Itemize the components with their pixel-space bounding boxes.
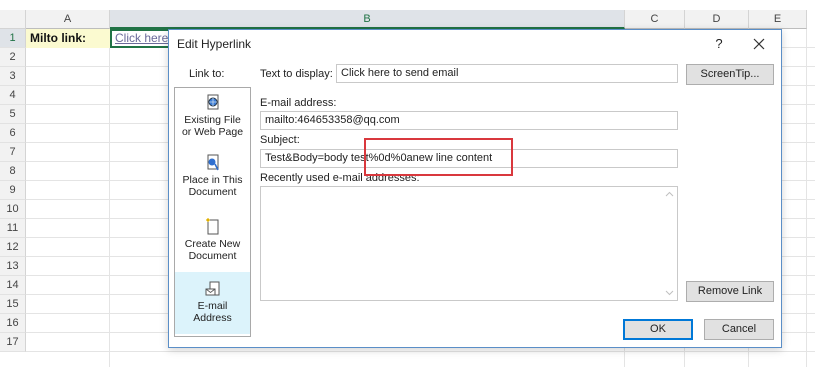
column-header-d[interactable]: D — [685, 10, 749, 29]
link-to-existing-file[interactable]: Existing File or Web Page — [175, 94, 250, 140]
dialog-title: Edit Hyperlink — [177, 37, 252, 51]
scroll-up-icon[interactable] — [665, 190, 674, 199]
row-header[interactable]: 12 — [0, 238, 26, 257]
help-button[interactable]: ? — [709, 34, 729, 54]
link-to-existing-file-line2: or Web Page — [181, 126, 244, 138]
edit-hyperlink-dialog: Edit Hyperlink ? Link to: Existing File … — [168, 29, 782, 348]
column-header-c[interactable]: C — [625, 10, 685, 29]
column-header-e[interactable]: E — [749, 10, 807, 29]
cell-b1-hyperlink[interactable]: Click here — [110, 29, 170, 48]
row-header[interactable]: 11 — [0, 219, 26, 238]
email-address-label: E-mail address: — [260, 97, 337, 109]
subject-label: Subject: — [260, 134, 300, 146]
link-to-email-line1: E-mail — [197, 300, 228, 312]
row-header[interactable]: 8 — [0, 162, 26, 181]
screentip-button[interactable]: ScreenTip... — [686, 64, 774, 85]
row-header[interactable]: 4 — [0, 86, 26, 105]
cell-a1[interactable]: Milto link: — [26, 29, 110, 48]
cancel-button[interactable]: Cancel — [704, 319, 774, 340]
ok-button[interactable]: OK — [623, 319, 693, 340]
recent-emails-list[interactable] — [260, 186, 678, 301]
link-to-create-line2: Document — [188, 250, 237, 262]
row-header[interactable]: 14 — [0, 276, 26, 295]
row-header[interactable]: 9 — [0, 181, 26, 200]
row-header[interactable]: 15 — [0, 295, 26, 314]
row-header[interactable]: 5 — [0, 105, 26, 124]
link-to-place-in-document[interactable]: Place in This Document — [175, 154, 250, 200]
text-to-display-label: Text to display: — [260, 68, 333, 80]
select-all-corner[interactable] — [0, 10, 26, 29]
email-address-input[interactable]: mailto:464653358@qq.com — [260, 111, 678, 130]
row-header[interactable]: 17 — [0, 333, 26, 352]
link-to-email-address[interactable]: E-mail Address — [175, 272, 250, 334]
row-header[interactable]: 7 — [0, 143, 26, 162]
link-to-pane: Existing File or Web Page Place in This … — [174, 87, 251, 337]
gridline — [26, 351, 815, 352]
column-header-b[interactable]: B — [110, 10, 625, 29]
email-address-icon — [205, 281, 219, 296]
row-header[interactable]: 10 — [0, 200, 26, 219]
link-to-existing-file-line1: Existing File — [184, 114, 241, 126]
row-header[interactable]: 1 — [0, 29, 26, 48]
row-header[interactable]: 13 — [0, 257, 26, 276]
remove-link-button[interactable]: Remove Link — [686, 281, 774, 302]
gridline — [109, 29, 110, 367]
annotation-highlight-box — [364, 138, 513, 176]
globe-file-icon — [207, 94, 218, 110]
document-location-icon — [207, 154, 219, 171]
scroll-down-icon[interactable] — [665, 288, 674, 297]
link-to-place-line2: Document — [188, 186, 237, 198]
link-to-create-new-document[interactable]: Create New Document — [175, 218, 250, 264]
row-header[interactable]: 2 — [0, 48, 26, 67]
link-to-email-line2: Address — [193, 312, 232, 324]
row-header[interactable]: 3 — [0, 67, 26, 86]
row-header[interactable]: 6 — [0, 124, 26, 143]
gridline — [806, 29, 807, 367]
link-to-label: Link to: — [189, 68, 225, 80]
close-icon[interactable] — [749, 34, 769, 54]
column-header-a[interactable]: A — [26, 10, 110, 29]
link-to-place-line1: Place in This — [182, 174, 243, 186]
link-to-create-line1: Create New — [184, 238, 241, 250]
new-document-icon — [205, 218, 218, 235]
row-header[interactable]: 16 — [0, 314, 26, 333]
text-to-display-input[interactable]: Click here to send email — [336, 64, 678, 83]
